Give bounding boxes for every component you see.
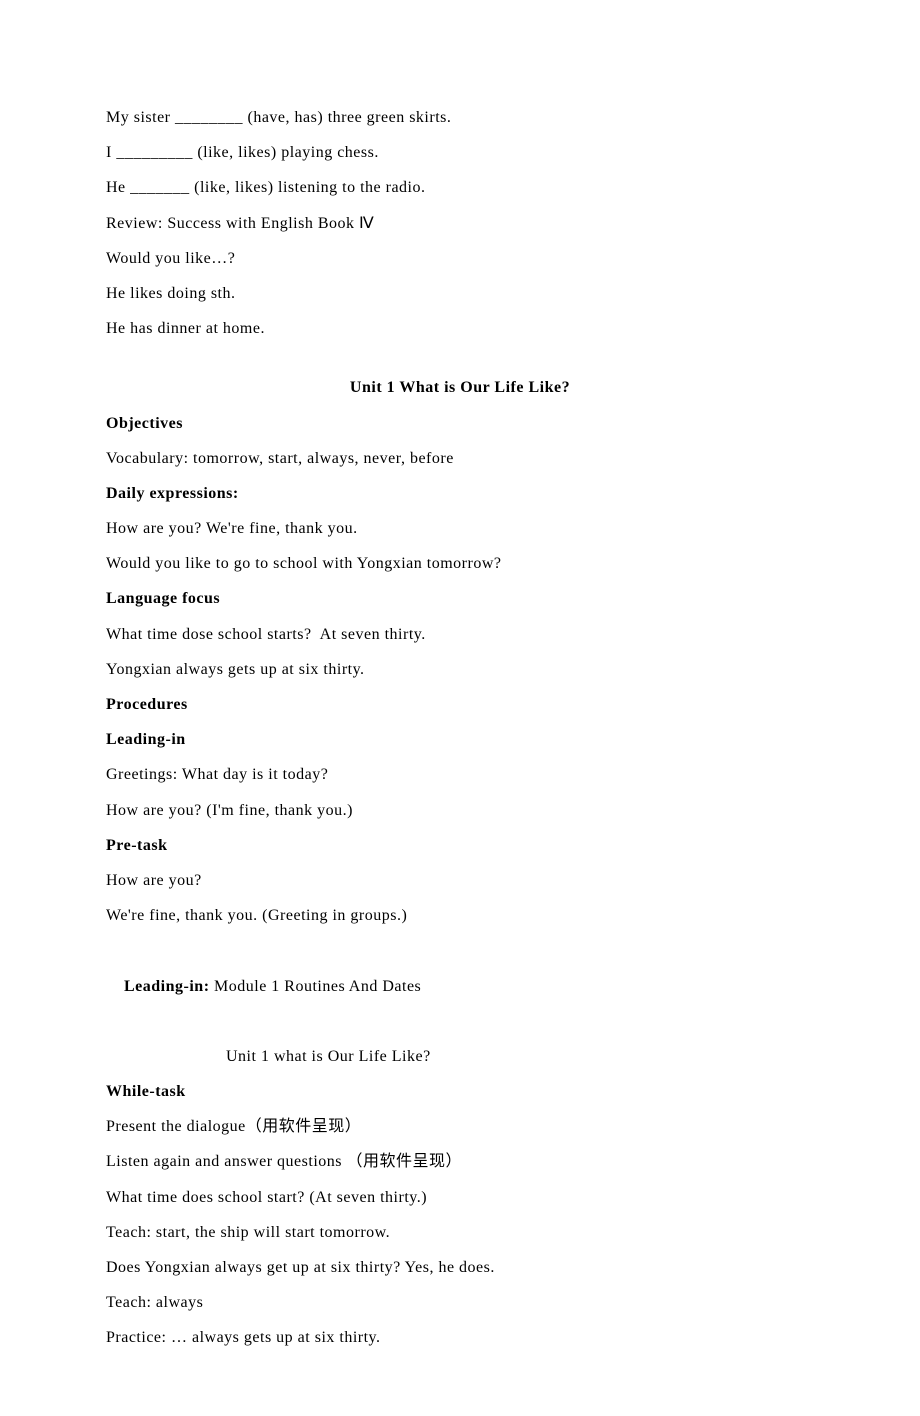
section-heading-while-task: While-task <box>106 1074 814 1109</box>
body-text: I _________ (like, likes) playing chess. <box>106 135 814 170</box>
body-text: He likes doing sth. <box>106 276 814 311</box>
section-heading-leading-in: Leading-in <box>106 722 814 757</box>
body-text: Would you like…? <box>106 241 814 276</box>
body-text: My sister ________ (have, has) three gre… <box>106 100 814 135</box>
section-heading-daily-expressions: Daily expressions: <box>106 476 814 511</box>
body-text: Yongxian always gets up at six thirty. <box>106 652 814 687</box>
body-text: Teach: always <box>106 1285 814 1320</box>
body-text: Vocabulary: tomorrow, start, always, nev… <box>106 441 814 476</box>
section-heading-leading-in-2: Leading-in: <box>124 978 210 995</box>
body-text: He _______ (like, likes) listening to th… <box>106 170 814 205</box>
section-heading-objectives: Objectives <box>106 406 814 441</box>
body-text: Module 1 Routines And Dates <box>210 978 422 995</box>
body-text: Greetings: What day is it today? <box>106 757 814 792</box>
section-heading-pre-task: Pre-task <box>106 828 814 863</box>
body-text: Does Yongxian always get up at six thirt… <box>106 1250 814 1285</box>
body-text: Listen again and answer questions （用软件呈现… <box>106 1144 814 1179</box>
body-text: Unit 1 what is Our Life Like? <box>106 1039 814 1074</box>
body-text: Teach: start, the ship will start tomorr… <box>106 1215 814 1250</box>
document-page: My sister ________ (have, has) three gre… <box>0 0 920 1416</box>
section-heading-language-focus: Language focus <box>106 581 814 616</box>
body-text: Practice: … always gets up at six thirty… <box>106 1320 814 1355</box>
body-text: We're fine, thank you. (Greeting in grou… <box>106 898 814 933</box>
body-text: Review: Success with English Book Ⅳ <box>106 206 814 241</box>
body-text: What time does school start? (At seven t… <box>106 1180 814 1215</box>
unit-title: Unit 1 What is Our Life Like? <box>106 370 814 405</box>
body-text: How are you? <box>106 863 814 898</box>
body-text: Present the dialogue（用软件呈现） <box>106 1109 814 1144</box>
body-text: Would you like to go to school with Yong… <box>106 546 814 581</box>
leading-in-line: Leading-in: Module 1 Routines And Dates <box>106 933 814 1039</box>
body-text: He has dinner at home. <box>106 311 814 346</box>
body-text: How are you? We're fine, thank you. <box>106 511 814 546</box>
body-text: How are you? (I'm fine, thank you.) <box>106 793 814 828</box>
body-text: What time dose school starts? At seven t… <box>106 617 814 652</box>
section-heading-procedures: Procedures <box>106 687 814 722</box>
